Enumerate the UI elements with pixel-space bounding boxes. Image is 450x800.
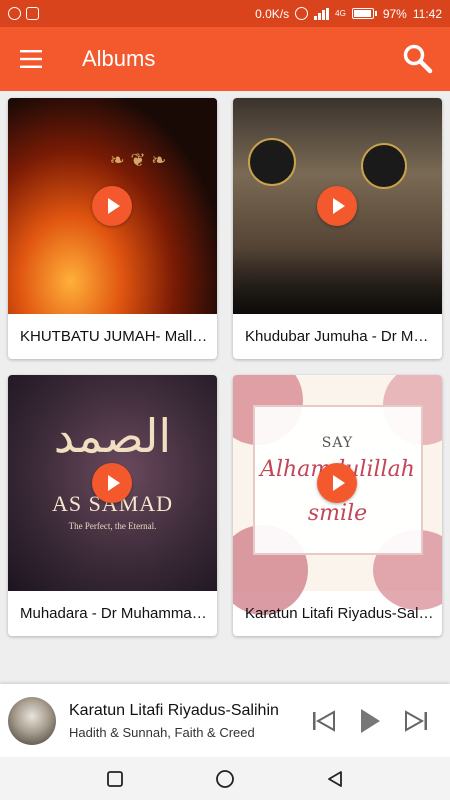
skip-next-icon	[405, 709, 427, 732]
alarm-icon	[295, 7, 309, 20]
search-button[interactable]	[386, 27, 450, 91]
album-title: Muhadara - Dr Muhammad Sani	[20, 605, 210, 622]
next-button[interactable]	[398, 703, 434, 739]
play-button[interactable]	[92, 463, 132, 503]
play-button[interactable]	[317, 463, 357, 503]
album-card[interactable]: الصمد AS SAMAD The Perfect, the Eternal.…	[8, 375, 217, 636]
play-icon	[332, 475, 345, 491]
search-icon	[403, 44, 433, 74]
album-card[interactable]: SAY Alhamdulillah smile Karatun Litafi R…	[233, 375, 442, 636]
play-button[interactable]	[92, 186, 132, 226]
play-icon	[107, 198, 120, 214]
play-icon	[107, 475, 120, 491]
signal-icon	[314, 7, 330, 20]
network-speed: 0.0K/s	[255, 6, 290, 21]
menu-button[interactable]	[0, 27, 64, 91]
album-title: KHUTBATU JUMAH- Mallam Muhammad	[20, 328, 210, 345]
cast-icon	[26, 7, 39, 20]
previous-button[interactable]	[306, 703, 342, 739]
nav-back-icon	[328, 770, 342, 787]
play-icon	[361, 708, 380, 733]
now-playing-art	[8, 696, 56, 745]
recents-button[interactable]	[95, 759, 135, 799]
back-button[interactable]	[315, 759, 355, 799]
status-bar: 0.0K/s 4G 97% 11:42	[0, 0, 450, 27]
clock: 11:42	[412, 6, 442, 21]
battery-icon	[351, 8, 377, 19]
network-type: 4G	[335, 9, 346, 18]
album-title: Khudubar Jumuha - Dr Muhammad	[245, 328, 435, 345]
mini-player[interactable]: Karatun Litafi Riyadus-Salihin Hadith & …	[0, 684, 450, 757]
play-pause-button[interactable]	[352, 703, 388, 739]
page-title: Albums	[82, 46, 156, 71]
battery-percent: 97%	[382, 6, 407, 21]
whatsapp-icon	[8, 7, 21, 20]
albums-grid: ❧ ❦ ❧ KHUTBATU JUMAH- Mallam Muhammad Kh…	[0, 91, 450, 681]
album-card[interactable]: Khudubar Jumuha - Dr Muhammad	[233, 98, 442, 359]
play-icon	[332, 198, 345, 214]
art-say: SAY	[321, 435, 354, 451]
skip-previous-icon	[313, 709, 335, 732]
album-card[interactable]: ❧ ❦ ❧ KHUTBATU JUMAH- Mallam Muhammad	[8, 98, 217, 359]
nav-square-icon	[107, 770, 123, 787]
play-button[interactable]	[317, 186, 357, 226]
now-playing-subtitle: Hadith & Sunnah, Faith & Creed	[69, 724, 255, 740]
system-nav-bar	[0, 757, 450, 800]
menu-icon	[20, 50, 42, 68]
now-playing-title: Karatun Litafi Riyadus-Salihin	[69, 701, 279, 719]
art-smile: smile	[307, 501, 368, 526]
app-bar: Albums	[0, 27, 450, 91]
home-button[interactable]	[205, 759, 245, 799]
nav-circle-icon	[216, 769, 234, 788]
art-tagline: The Perfect, the Eternal.	[68, 521, 157, 531]
album-title: Karatun Litafi Riyadus-Salihin	[245, 605, 435, 622]
